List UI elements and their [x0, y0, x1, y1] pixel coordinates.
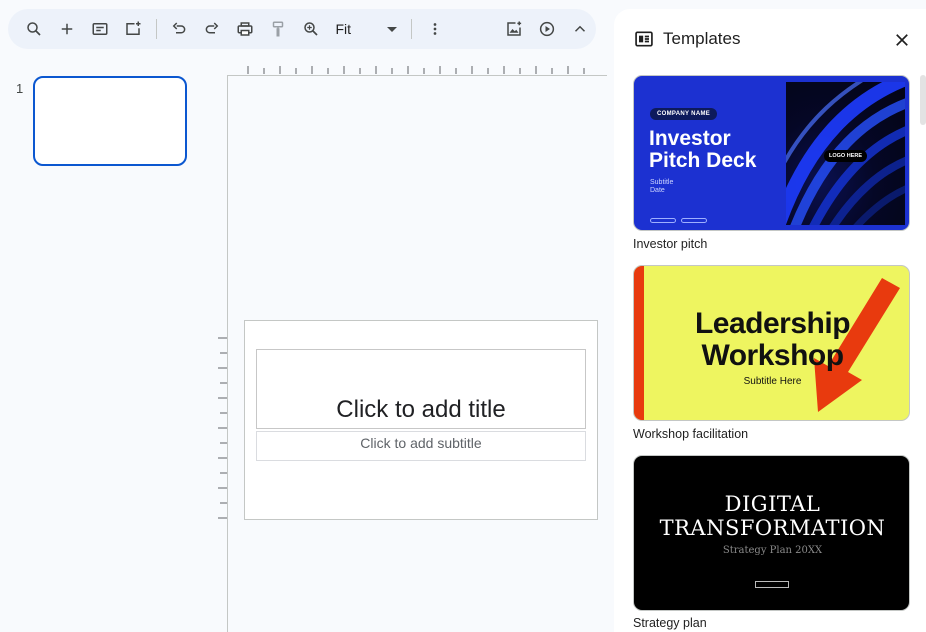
insert-image-icon: [506, 21, 521, 36]
panel-title: Templates: [663, 29, 741, 48]
zoom-button[interactable]: [297, 15, 325, 43]
undo-button[interactable]: [165, 15, 193, 43]
template-heading-line: Workshop: [701, 339, 844, 372]
search-menus-button[interactable]: [21, 15, 49, 43]
panel-header: Templates: [634, 29, 740, 49]
present-icon: [539, 21, 554, 37]
collapse-menus-button[interactable]: [566, 15, 594, 43]
more-options-button[interactable]: [421, 15, 449, 43]
template-heading: Leadership Workshop: [634, 307, 909, 372]
title-placeholder[interactable]: Click to add title: [256, 349, 586, 429]
new-slide-icon: [126, 21, 141, 35]
template-heading-line: TRANSFORMATION: [659, 516, 886, 540]
template-card-strategy-plan[interactable]: DIGITAL TRANSFORMATION Strategy Plan 20X…: [633, 455, 910, 611]
slide-number: 1: [16, 81, 24, 96]
layout-icon: [92, 23, 108, 35]
paint-format-button[interactable]: [264, 15, 292, 43]
template-logo-tag: LOGO HERE: [824, 150, 868, 162]
panel-scrollbar[interactable]: [920, 75, 926, 125]
template-card-investor-pitch[interactable]: COMPANY NAME Investor Pitch Deck Subtitl…: [633, 75, 910, 231]
print-icon: [237, 22, 253, 36]
template-heading-line: Investor: [649, 127, 731, 150]
redo-button[interactable]: [198, 15, 226, 43]
insert-image-button[interactable]: [500, 15, 528, 43]
more-icon: [433, 23, 437, 35]
new-slide-with-layout-button[interactable]: [119, 15, 147, 43]
template-subtitle: Subtitle Date: [650, 179, 673, 195]
template-heading: DIGITAL TRANSFORMATION: [634, 492, 909, 540]
template-card-workshop-facilitation[interactable]: Leadership Workshop Subtitle Here: [633, 265, 910, 421]
template-heading-line: Pitch Deck: [649, 149, 757, 172]
template-subtitle-line: Date: [650, 187, 665, 194]
templates-panel: Templates COMPANY NAME Investor Pitch De…: [614, 9, 926, 632]
template-label-workshop-facilitation: Workshop facilitation: [633, 427, 749, 441]
template-abstract-image: LOGO HERE: [786, 82, 905, 225]
present-button[interactable]: [533, 15, 561, 43]
paint-format-icon: [272, 21, 284, 37]
template-subtitle-line: Subtitle: [650, 179, 674, 186]
subtitle-placeholder[interactable]: Click to add subtitle: [256, 431, 586, 461]
vertical-ruler[interactable]: [218, 322, 228, 520]
close-icon: [896, 34, 908, 46]
zoom-value: Fit: [335, 21, 351, 37]
template-company-tag: COMPANY NAME: [650, 108, 718, 120]
template-heading-line: DIGITAL: [724, 492, 821, 516]
chevron-down-icon: [387, 26, 398, 32]
template-tag: [755, 581, 789, 588]
redo-icon: [205, 22, 219, 34]
add-icon: [62, 23, 73, 35]
slide-thumbnail[interactable]: [33, 76, 187, 166]
template-label-investor-pitch: Investor pitch: [633, 237, 708, 251]
template-subtitle: Subtitle Here: [743, 376, 802, 387]
layout-button[interactable]: [86, 15, 114, 43]
search-icon: [27, 22, 42, 36]
zoom-select[interactable]: Fit: [329, 15, 403, 43]
template-label-strategy-plan: Strategy plan: [633, 616, 707, 630]
zoom-icon: [304, 22, 318, 36]
print-button[interactable]: [231, 15, 259, 43]
toolbar-separator: [155, 19, 157, 39]
template-subtitle: Strategy Plan 20XX: [722, 545, 823, 556]
templates-icon: [635, 31, 653, 47]
collapse-icon: [574, 25, 585, 32]
template-heading: Investor Pitch Deck: [649, 128, 756, 172]
horizontal-ruler[interactable]: [245, 66, 596, 76]
toolbar-separator: [411, 19, 413, 39]
undo-icon: [172, 22, 186, 34]
toolbar: Fit: [8, 9, 596, 49]
new-slide-button[interactable]: [53, 15, 81, 43]
template-heading-line: Leadership: [694, 307, 851, 340]
close-panel-button[interactable]: [890, 28, 914, 52]
template-pills: [650, 218, 712, 223]
